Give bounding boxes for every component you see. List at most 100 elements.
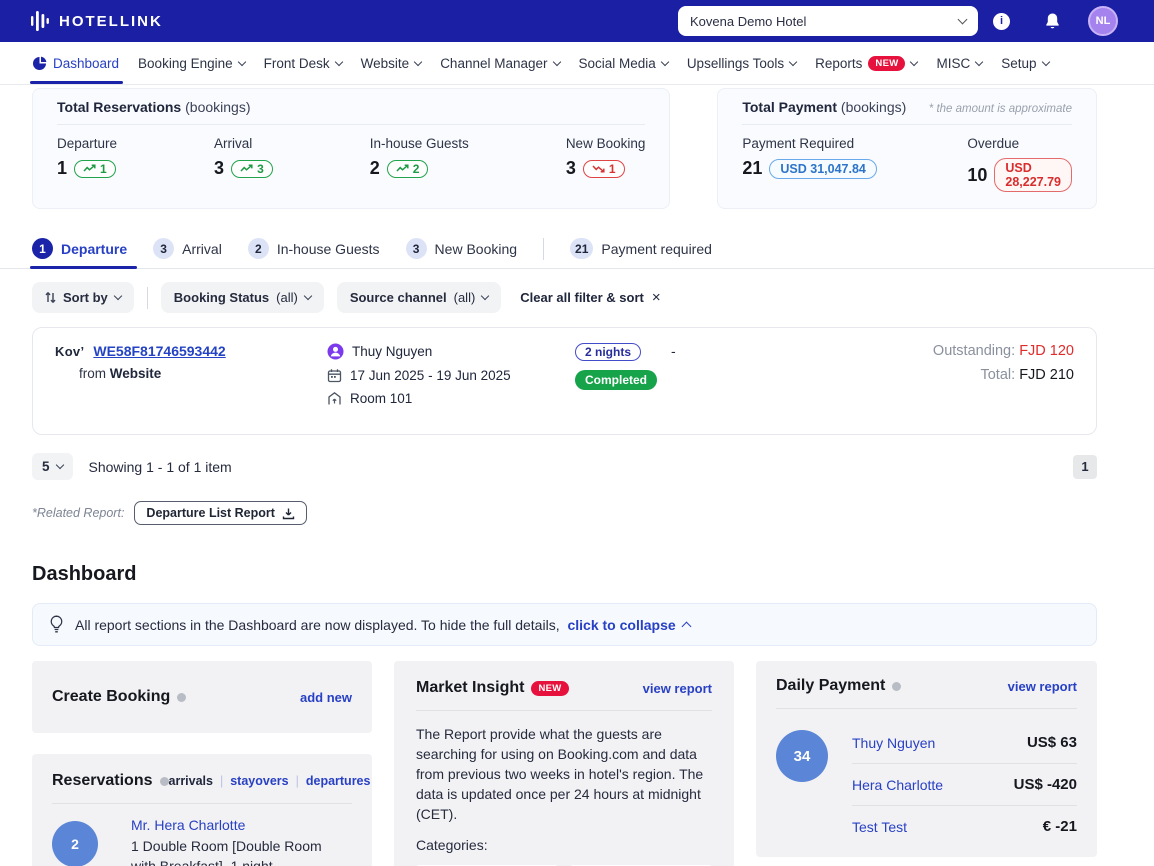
pagination-bar: 5 Showing 1 - 1 of 1 item 1 (32, 453, 1097, 480)
related-report-row: *Related Report: Departure List Report (32, 501, 1122, 525)
room-icon (327, 391, 342, 406)
channel-logo: Kov’ (55, 344, 84, 359)
outstanding-line: Outstanding: FJD 120 (933, 343, 1074, 359)
brand: HOTELLINK (30, 10, 163, 32)
guest-name-link[interactable]: Mr. Hera Charlotte (131, 817, 346, 833)
page-1-button[interactable]: 1 (1073, 455, 1097, 479)
view-report-link[interactable]: view report (643, 681, 712, 696)
notifications-bell-icon[interactable] (1044, 12, 1061, 30)
view-report-link[interactable]: view report (1008, 679, 1077, 694)
payer-name-link[interactable]: Test Test (852, 819, 907, 835)
market-insight-card: Market Insight NEW view report The Repor… (394, 661, 734, 866)
total-amount: FJD 210 (1019, 367, 1074, 383)
tab-new-booking[interactable]: 3 New Booking (406, 229, 518, 268)
payment-amount: € -21 (1043, 818, 1077, 835)
reservations-card: Reservations arrivals | stayovers | depa… (32, 754, 372, 866)
payer-name-link[interactable]: Hera Charlotte (852, 777, 943, 793)
clear-filters-button[interactable]: Clear all filter & sort × (520, 289, 660, 306)
source-channel-filter[interactable]: Source channel (all) (337, 282, 501, 313)
nav-item-setup[interactable]: Setup (1001, 42, 1048, 84)
status-badge: Completed (575, 370, 657, 390)
payment-required-count: 21 (742, 158, 762, 179)
calendar-icon (327, 368, 342, 383)
tab-payment-required[interactable]: 21 Payment required (570, 229, 712, 268)
chevron-down-icon (55, 461, 63, 469)
chevron-up-icon (681, 622, 691, 632)
chevron-down-icon (304, 292, 312, 300)
lightbulb-icon (49, 615, 64, 634)
nav-item-dashboard[interactable]: Dashboard (32, 42, 119, 84)
stayovers-link[interactable]: stayovers (230, 774, 288, 788)
nav-item-reports[interactable]: Reports NEW (815, 42, 917, 84)
departure-list-report-button[interactable]: Departure List Report (134, 501, 307, 525)
guest-avatar-icon (327, 343, 344, 360)
close-icon: × (652, 289, 661, 306)
create-booking-title: Create Booking (52, 688, 186, 706)
add-new-link[interactable]: add new (300, 690, 352, 705)
stat-inhouse-value: 2 (370, 158, 380, 179)
total-reservations-title: Total Reservations (bookings) (57, 99, 251, 115)
related-report-label: *Related Report: (32, 506, 124, 520)
info-dot-icon (160, 777, 169, 786)
info-icon[interactable]: i (993, 13, 1010, 30)
reservations-title: Reservations (52, 772, 169, 790)
stat-departure: Departure 1 1 (57, 136, 117, 179)
empty-value-dash: - (671, 343, 741, 414)
tab-departure[interactable]: 1 Departure (32, 229, 127, 268)
payment-required-amount: USD 31,047.84 (769, 159, 876, 179)
collapse-link[interactable]: click to collapse (567, 617, 689, 633)
booking-status-filter[interactable]: Booking Status (all) (161, 282, 324, 313)
new-badge: NEW (531, 681, 568, 696)
categories-label: Categories: (416, 837, 712, 853)
tab-inhouse-guests[interactable]: 2 In-house Guests (248, 229, 380, 268)
total-payment-title: Total Payment (bookings) (742, 99, 906, 115)
nav-item-front-desk[interactable]: Front Desk (264, 42, 342, 84)
chevron-down-icon (414, 57, 422, 65)
overdue-amount: USD 28,227.79 (994, 158, 1072, 192)
stat-inhouse: In-house Guests 2 2 (370, 136, 469, 179)
notice-text: All report sections in the Dashboard are… (75, 617, 690, 633)
user-avatar[interactable]: NL (1088, 6, 1118, 36)
trend-up-icon (83, 164, 96, 173)
daily-payment-count-avatar: 34 (776, 730, 828, 782)
chevron-down-icon (789, 57, 797, 65)
nav-item-upsellings-tools[interactable]: Upsellings Tools (687, 42, 796, 84)
arrivals-link[interactable]: arrivals (169, 774, 213, 788)
trend-up-badge: 1 (74, 160, 116, 178)
nav-item-booking-engine[interactable]: Booking Engine (138, 42, 245, 84)
trend-up-badge: 3 (231, 160, 273, 178)
guest-name-line: Thuy Nguyen (327, 343, 575, 360)
create-booking-card: Create Booking add new (32, 661, 372, 733)
booking-id-link[interactable]: WE58F81746593442 (93, 343, 225, 359)
total-payment-panel: Total Payment (bookings) * the amount is… (717, 88, 1097, 209)
payment-row: Hera Charlotte US$ -420 (852, 763, 1077, 805)
total-line: Total: FJD 210 (933, 367, 1074, 383)
topbar: HOTELLINK Kovena Demo Hotel i NL (0, 0, 1154, 42)
chevron-down-icon (114, 292, 122, 300)
nav-item-website[interactable]: Website (361, 42, 422, 84)
tabs-divider (543, 238, 544, 260)
sort-by-button[interactable]: Sort by (32, 282, 134, 313)
overdue-count: 10 (967, 165, 987, 186)
chevron-down-icon (1041, 57, 1049, 65)
payer-name-link[interactable]: Thuy Nguyen (852, 735, 935, 751)
filter-bar: Sort by Booking Status (all) Source chan… (32, 282, 1122, 313)
nav-item-channel-manager[interactable]: Channel Manager (440, 42, 559, 84)
stat-overdue: Overdue 10 USD 28,227.79 (967, 136, 1072, 192)
departures-link[interactable]: departures (306, 774, 371, 788)
nav-item-misc[interactable]: MISC (936, 42, 982, 84)
total-reservations-panel: Total Reservations (bookings) Departure … (32, 88, 670, 209)
hotel-select-value: Kovena Demo Hotel (690, 14, 806, 29)
chevron-down-icon (237, 57, 245, 65)
payment-row: Thuy Nguyen US$ 63 (852, 722, 1077, 763)
nav-item-social-media[interactable]: Social Media (579, 42, 668, 84)
page-size-select[interactable]: 5 (32, 453, 73, 480)
booking-source: from Website (79, 366, 327, 381)
hotellink-logo-icon (30, 10, 50, 32)
room-line: Room 101 (327, 391, 575, 406)
hotel-select[interactable]: Kovena Demo Hotel (678, 6, 978, 36)
trend-up-badge: 2 (387, 160, 429, 178)
stat-new-booking: New Booking 3 1 (566, 136, 646, 179)
trend-down-badge: 1 (583, 160, 625, 178)
tab-arrival[interactable]: 3 Arrival (153, 229, 222, 268)
